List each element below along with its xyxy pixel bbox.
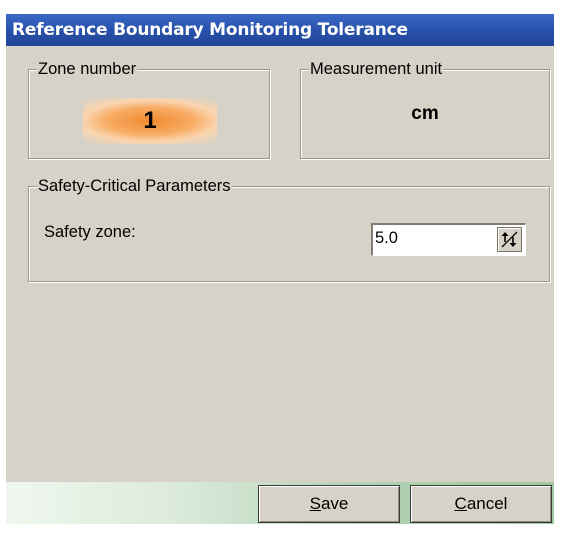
safety-critical-parameters-group: Safety-Critical Parameters Safety zone: … xyxy=(28,175,550,282)
up-down-arrows-icon[interactable] xyxy=(497,227,522,252)
save-button[interactable]: Save xyxy=(258,485,400,523)
cancel-button[interactable]: Cancel xyxy=(410,485,552,523)
save-button-label: ave xyxy=(320,494,349,513)
title-bar[interactable]: Reference Boundary Monitoring Tolerance xyxy=(6,14,554,46)
measurement-unit-legend: Measurement unit xyxy=(309,58,444,80)
zone-number-group: Zone number 1 xyxy=(28,58,270,159)
cancel-button-label: ancel xyxy=(466,494,508,513)
save-button-mnemonic: S xyxy=(309,494,321,513)
safety-zone-value[interactable]: 5.0 xyxy=(375,229,398,248)
cancel-button-mnemonic: C xyxy=(454,494,467,513)
safety-zone-spinner[interactable]: 5.0 xyxy=(371,223,526,256)
dialog-window: Reference Boundary Monitoring Tolerance … xyxy=(6,14,556,524)
safety-critical-parameters-legend: Safety-Critical Parameters xyxy=(37,175,232,197)
measurement-unit-group: Measurement unit cm xyxy=(300,58,550,159)
safety-zone-label: Safety zone: xyxy=(44,223,136,241)
window-title: Reference Boundary Monitoring Tolerance xyxy=(12,20,408,40)
measurement-unit-value: cm xyxy=(411,103,439,124)
zone-number-legend: Zone number xyxy=(37,58,138,80)
zone-number-value: 1 xyxy=(83,98,217,144)
